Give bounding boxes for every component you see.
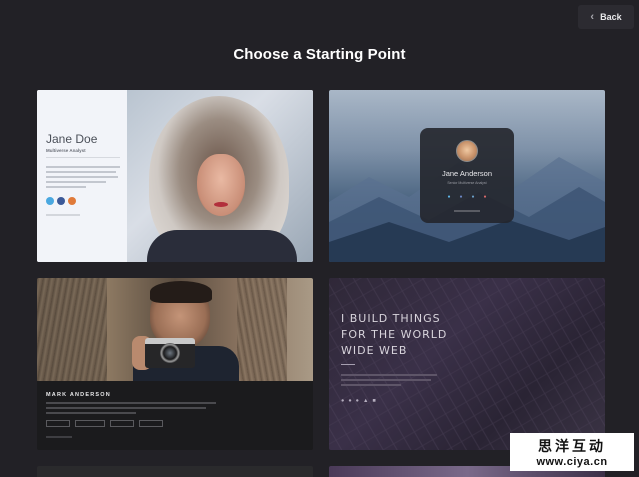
twitter-icon (46, 197, 54, 205)
tag (46, 420, 70, 427)
facebook-icon: ● (459, 194, 463, 200)
twitter-icon: ● (447, 194, 451, 200)
bio-placeholder (46, 402, 216, 417)
template-card-mark-anderson[interactable]: MARK ANDERSON (37, 278, 313, 450)
divider (341, 364, 355, 365)
bio-placeholder (341, 374, 437, 389)
template-card-jane-doe[interactable]: Jane Doe Multiverse Analyst (37, 90, 313, 262)
page-title: Choose a Starting Point (233, 46, 406, 63)
social-icons (46, 197, 76, 205)
mail-icon: ● (483, 194, 487, 200)
back-label: Back (600, 12, 622, 22)
template-card-i-build-things[interactable]: I BUILD THINGS FOR THE WORLD WIDE WEB ● … (329, 278, 605, 450)
instagram-icon (68, 197, 76, 205)
twitter-icon: ● (341, 398, 345, 404)
social-icons: ● ● ● ● (420, 194, 514, 200)
chevron-left-icon: ‹ (590, 11, 595, 23)
template-name: MARK ANDERSON (46, 392, 111, 398)
dribbble-icon: ● (355, 398, 359, 404)
github-icon: ● (348, 398, 352, 404)
template-subtitle: Senior Multiverse Analyst (447, 181, 487, 185)
template-headline: I BUILD THINGS FOR THE WORLD WIDE WEB (341, 312, 448, 357)
codepen-icon: ▲ (362, 398, 369, 404)
divider (46, 157, 120, 158)
mail-icon: ■ (372, 398, 376, 404)
template-card-partial[interactable] (37, 466, 313, 477)
bio-placeholder (46, 166, 120, 191)
tag (75, 420, 105, 427)
social-icons: ● ● ● ▲ ■ (341, 398, 376, 404)
profile-panel: Jane Doe Multiverse Analyst (37, 90, 127, 262)
tag-list (46, 420, 163, 427)
template-subtitle: Multiverse Analyst (46, 148, 86, 153)
background-image (329, 278, 605, 450)
tag (110, 420, 134, 427)
template-name: Jane Anderson (441, 169, 493, 178)
template-name: Jane Doe (46, 132, 98, 146)
instagram-icon: ● (471, 194, 475, 200)
back-button[interactable]: ‹ Back (578, 5, 634, 29)
profile-card: Jane Anderson Senior Multiverse Analyst … (420, 128, 514, 223)
tag (139, 420, 163, 427)
template-card-jane-anderson[interactable]: Jane Anderson Senior Multiverse Analyst … (329, 90, 605, 262)
facebook-icon (57, 197, 65, 205)
watermark-logo: 思洋互动 www.ciya.cn (510, 433, 634, 471)
avatar (456, 140, 478, 162)
